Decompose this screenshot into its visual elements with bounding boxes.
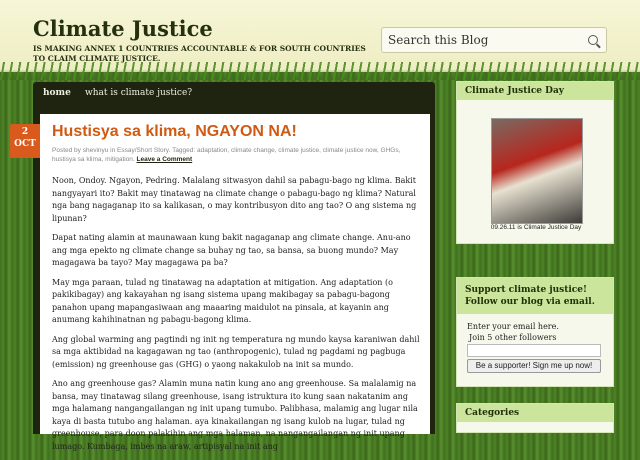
widget-climate-justice-day: Climate Justice Day 09.26.11 is Climate … <box>456 81 614 244</box>
site-title[interactable]: Climate Justice <box>33 16 213 41</box>
post-paragraph: Ang global warming ang pagtindi ng init … <box>52 334 420 369</box>
poster-caption: 09.26.11 is Climate Justice Day <box>490 224 582 231</box>
post-paragraph: May mga paraan, tulad ng tinatawag na ad… <box>52 277 393 325</box>
post-paragraph: Ano ang greenhouse gas? Alamin muna nati… <box>52 379 418 451</box>
site-tagline: IS MAKING ANNEX 1 COUNTRIES ACCOUNTABLE … <box>33 44 366 63</box>
climate-justice-day-poster[interactable] <box>491 118 583 224</box>
email-instruction: Enter your email here. <box>467 322 559 331</box>
search-box[interactable]: Search this Blog <box>381 27 607 53</box>
search-icon[interactable] <box>588 35 598 45</box>
email-field[interactable] <box>467 344 601 357</box>
post-paragraph: Dapat nating alamin at maunawaan kung ba… <box>52 233 411 267</box>
widget-follow-email: Support climate justice! Follow our blog… <box>456 277 614 387</box>
subscribe-button[interactable]: Be a supporter! Sign me up now! <box>467 359 601 373</box>
widget-title: Support climate justice! Follow our blog… <box>457 278 613 314</box>
date-badge: 2 OCT <box>10 124 40 158</box>
nav-item-home[interactable]: home <box>43 88 71 98</box>
post-meta: Posted by shevinyu in Essay/Short Story.… <box>52 146 422 164</box>
post-body: Noon, Ondoy. Ngayon, Pedring. Malalang s… <box>52 175 422 460</box>
widget-title: Categories <box>457 404 613 422</box>
post-meta-text: Posted by shevinyu in Essay/Short Story.… <box>52 147 401 163</box>
nav-item-what-is-climate-justice[interactable]: what is climate justice? <box>85 88 192 98</box>
date-day: 2 <box>21 127 29 137</box>
widget-title: Climate Justice Day <box>457 82 613 100</box>
followers-count: Join 5 other followers <box>469 333 557 342</box>
post-paragraph: Noon, Ondoy. Ngayon, Pedring. Malalang s… <box>52 176 417 223</box>
widget-categories: Categories <box>456 403 614 433</box>
grass-decoration <box>0 62 640 80</box>
search-input[interactable]: Search this Blog <box>388 33 488 47</box>
post-title[interactable]: Hustisya sa klima, NGAYON NA! <box>52 123 297 141</box>
date-month: OCT <box>14 139 36 149</box>
main-nav: home what is climate justice? <box>33 82 435 104</box>
leave-comment-link[interactable]: Leave a Comment <box>137 156 193 163</box>
